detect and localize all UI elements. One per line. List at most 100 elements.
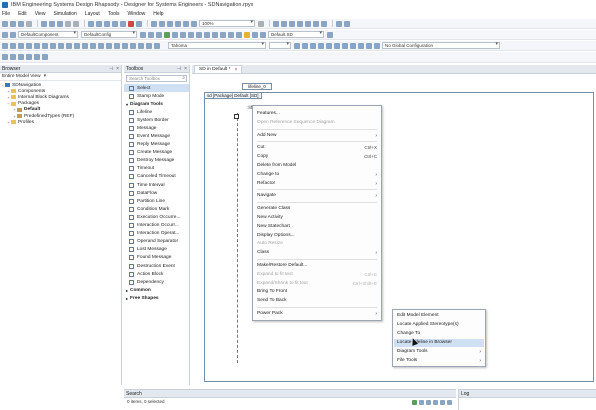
diagram-dropdown[interactable]: Default.SD <box>268 31 324 38</box>
ctx-navigate[interactable]: Navigate › <box>257 192 377 200</box>
tool-destruction-event[interactable]: Destruction Event <box>124 262 189 270</box>
ctx-delete-from-model[interactable]: Delete from Model <box>257 162 377 170</box>
run-icon[interactable] <box>156 31 162 38</box>
close-icon[interactable]: × <box>116 66 119 72</box>
component-icon[interactable] <box>2 31 8 38</box>
view-1-icon[interactable] <box>2 54 8 60</box>
search-columns-icon[interactable] <box>440 400 445 405</box>
cross-icon[interactable] <box>10 42 16 49</box>
menu-simulation[interactable]: Simulation <box>53 11 76 17</box>
submenu-locate-applied-stereotype-s[interactable]: Locate Applied Stereotype(s) <box>397 321 481 329</box>
line-color-icon[interactable] <box>358 42 364 49</box>
ungroup-icon[interactable] <box>50 42 56 49</box>
tool-canceled-timeout[interactable]: Canceled Timeout <box>124 173 189 181</box>
configuration-dropdown[interactable]: DefaultConfig <box>81 31 137 38</box>
help-icon[interactable] <box>336 20 342 27</box>
tool-partition-line[interactable]: Partition Line <box>124 197 189 205</box>
generate-icon[interactable] <box>164 31 170 38</box>
package-icon[interactable] <box>188 31 194 38</box>
ctx-new-activity[interactable]: New Activity <box>257 214 377 222</box>
back-icon[interactable] <box>252 31 258 38</box>
search-clear-icon[interactable] <box>447 400 452 405</box>
tool-execution-occurre[interactable]: Execution Occurre... <box>124 213 189 221</box>
class-icon[interactable] <box>172 31 178 38</box>
compare-icon[interactable] <box>321 20 327 27</box>
global-configuration-field[interactable]: No Global Configuration <box>382 42 500 49</box>
ctx-add-new[interactable]: Add New › <box>257 132 377 140</box>
sequence-icon[interactable] <box>236 31 242 38</box>
font-shrink-icon[interactable] <box>302 42 308 49</box>
ctx-features[interactable]: Features... <box>257 110 377 118</box>
layer-icon[interactable] <box>34 42 40 49</box>
submenu-diagram-tools[interactable]: Diagram Tools › <box>397 348 481 356</box>
undo-icon[interactable] <box>65 20 71 27</box>
pan-icon[interactable] <box>183 20 189 27</box>
toolbox-section-free-shapes[interactable]: ▸ Free Shapes <box>124 294 189 302</box>
justify-icon[interactable] <box>342 42 348 49</box>
tool-message[interactable]: Message <box>124 124 189 132</box>
tool-select[interactable]: Select <box>124 84 189 93</box>
view-6-icon[interactable] <box>42 54 48 60</box>
font-size-dropdown[interactable] <box>269 42 291 49</box>
cut-icon[interactable] <box>41 20 47 27</box>
forward-icon[interactable] <box>260 31 266 38</box>
ctx-bring-to-front[interactable]: Bring To Front <box>257 288 377 296</box>
align-right-icon[interactable] <box>74 42 80 49</box>
open-icon[interactable] <box>10 20 16 27</box>
tool-event-message[interactable]: Event Message <box>124 132 189 140</box>
tool-dependency[interactable]: Dependency <box>124 278 189 286</box>
stereotype-icon[interactable] <box>305 20 311 27</box>
component-dropdown[interactable]: DefaultComponent <box>18 31 78 38</box>
redo-icon[interactable] <box>73 20 79 27</box>
ctx-cut[interactable]: Cut Ctrl+X <box>257 144 377 152</box>
zoom-dropdown[interactable]: 100% <box>199 20 255 27</box>
tool-operand-separator[interactable]: Operand Separator <box>124 238 189 246</box>
text-icon[interactable] <box>122 42 128 49</box>
statechart-icon[interactable] <box>220 31 226 38</box>
ctx-new-statechart[interactable]: New Statechart <box>257 223 377 231</box>
copy-icon[interactable] <box>49 20 55 27</box>
diagram-nav-icon[interactable] <box>327 31 333 38</box>
view-3-icon[interactable] <box>18 54 24 60</box>
menu-help[interactable]: Help <box>153 11 163 17</box>
group-icon[interactable] <box>42 42 48 49</box>
menu-layout[interactable]: Layout <box>85 11 100 17</box>
ctx-make-restore-default[interactable]: Make/Restore Default... <box>257 262 377 270</box>
tool-reply-message[interactable]: Reply Message <box>124 141 189 149</box>
submenu-change-to[interactable]: Change To <box>397 330 481 338</box>
submenu-file-tools[interactable]: File Tools › <box>397 357 481 365</box>
align-left-icon[interactable] <box>58 42 64 49</box>
fill-color-icon[interactable] <box>366 42 372 49</box>
same-size-icon[interactable] <box>90 42 96 49</box>
zoom-fit-icon[interactable] <box>167 20 173 27</box>
ctx-send-to-back[interactable]: Send To Back <box>257 297 377 305</box>
submenu-edit-model-element[interactable]: Edit Model Element <box>397 312 481 320</box>
move-icon[interactable] <box>18 42 24 49</box>
image-icon[interactable] <box>138 42 144 49</box>
browser-filter-dropdown[interactable]: Entire Model View ▾ <box>0 73 121 81</box>
comment-icon[interactable] <box>130 42 136 49</box>
delete-icon[interactable] <box>128 20 134 27</box>
pin-icon[interactable]: ⊣ <box>109 66 113 72</box>
ctx-generate-class[interactable]: Generate Class <box>257 205 377 213</box>
new-icon[interactable] <box>2 20 8 27</box>
save-all-icon[interactable] <box>26 20 32 27</box>
menu-edit[interactable]: Edit <box>18 11 27 17</box>
animation-icon[interactable] <box>273 20 279 27</box>
save-icon[interactable] <box>18 20 24 27</box>
close-icon[interactable]: × <box>184 66 187 72</box>
tool-system-border[interactable]: System Border <box>124 116 189 124</box>
menu-file[interactable]: File <box>2 11 10 17</box>
ctx-refactor[interactable]: Refactor › <box>257 180 377 188</box>
view-2-icon[interactable] <box>10 54 16 60</box>
project-settings-icon[interactable] <box>10 31 16 38</box>
line-style-icon[interactable] <box>374 42 380 49</box>
lifeline-name-box[interactable]: lifeline_0 <box>242 83 272 90</box>
format-icon[interactable] <box>297 20 303 27</box>
requirement-icon[interactable] <box>196 31 202 38</box>
arrange-icon[interactable] <box>26 42 32 49</box>
distribute-icon[interactable] <box>82 42 88 49</box>
underline-icon[interactable] <box>326 42 332 49</box>
view-4-icon[interactable] <box>26 54 32 60</box>
align-icon[interactable] <box>289 20 295 27</box>
